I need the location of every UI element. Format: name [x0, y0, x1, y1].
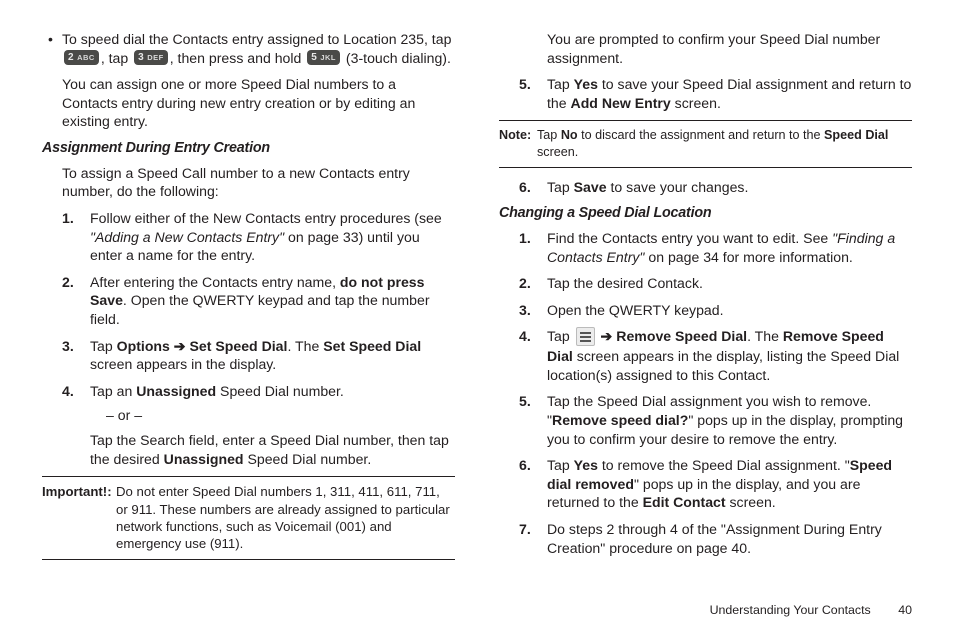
emph: Speed Dial [824, 128, 888, 142]
steps-assignment-cont2: Tap Save to save your changes. [519, 178, 912, 197]
text: to save your changes. [607, 179, 749, 195]
note-body: Do not enter Speed Dial numbers 1, 311, … [116, 483, 455, 553]
text: Tap [547, 457, 574, 473]
emph: Add New Entry [571, 95, 671, 111]
bullet-speed-dial-235: • To speed dial the Contacts entry assig… [48, 30, 455, 67]
text: screen appears in the display, listing t… [547, 348, 899, 383]
text: screen appears in the display. [90, 356, 276, 372]
important-note: Important!: Do not enter Speed Dial numb… [42, 476, 455, 560]
emph: Remove Speed Dial [616, 328, 747, 344]
heading-assignment-during-creation: Assignment During Entry Creation [42, 139, 455, 158]
menu-icon [576, 327, 595, 346]
text: Find the Contacts entry you want to edit… [547, 230, 832, 246]
step-1: Follow either of the New Contacts entry … [62, 209, 455, 265]
emph: Yes [574, 76, 598, 92]
text: Tap [547, 179, 574, 195]
change-step-3: Open the QWERTY keypad. [519, 301, 912, 320]
bullet-mark: • [48, 30, 62, 67]
step-3: Tap Options ➔ Set Speed Dial. The Set Sp… [62, 337, 455, 374]
text: screen. [726, 494, 776, 510]
text: , then press and hold [170, 50, 306, 66]
right-column: You are prompted to confirm your Speed D… [477, 30, 912, 626]
bullet-text: To speed dial the Contacts entry assigne… [62, 30, 455, 67]
emph: Options [117, 338, 174, 354]
note-tag: Note: [499, 127, 533, 160]
text: Tap [90, 338, 117, 354]
step-4: Tap an Unassigned Speed Dial number. – o… [62, 382, 455, 468]
emph: No [561, 128, 578, 142]
note: Note: Tap No to discard the assignment a… [499, 120, 912, 167]
step-4-alt: Tap the Search field, enter a Speed Dial… [90, 431, 455, 468]
steps-assignment-cont: Tap Yes to save your Speed Dial assignme… [519, 75, 912, 112]
intro-assign-steps: To assign a Speed Call number to a new C… [62, 164, 455, 201]
note-tag: Important!: [42, 483, 112, 553]
text: to discard the assignment and return to … [578, 128, 824, 142]
emph: Yes [574, 457, 598, 473]
emph: Unassigned [136, 383, 216, 399]
steps-change: Find the Contacts entry you want to edit… [519, 229, 912, 557]
keypad-3-icon: 3DEF [134, 50, 168, 65]
page: • To speed dial the Contacts entry assig… [0, 0, 954, 636]
text: Speed Dial number. [216, 383, 344, 399]
text: . The [287, 338, 323, 354]
emph: Unassigned [164, 451, 244, 467]
arrow-icon: ➔ [174, 338, 186, 354]
footer-section: Understanding Your Contacts [710, 603, 871, 617]
page-number: 40 [898, 603, 912, 617]
emph: Edit Contact [643, 494, 726, 510]
text: on page 34 for more information. [644, 249, 852, 265]
change-step-1: Find the Contacts entry you want to edit… [519, 229, 912, 266]
text: Tap an [90, 383, 136, 399]
step-5: Tap Yes to save your Speed Dial assignme… [519, 75, 912, 112]
text: Tap [547, 76, 574, 92]
steps-assignment: Follow either of the New Contacts entry … [62, 209, 455, 468]
or-divider: – or – [106, 406, 455, 425]
text: Speed Dial number. [244, 451, 372, 467]
text: Follow either of the New Contacts entry … [90, 210, 442, 226]
keypad-2-icon: 2ABC [64, 50, 99, 65]
text: , tap [101, 50, 132, 66]
emph: Remove speed dial? [552, 412, 688, 428]
arrow-icon: ➔ [597, 328, 617, 344]
text: to remove the Speed Dial assignment. " [598, 457, 850, 473]
step-6: Tap Save to save your changes. [519, 178, 912, 197]
change-step-4: Tap ➔ Remove Speed Dial. The Remove Spee… [519, 327, 912, 384]
note-body: Tap No to discard the assignment and ret… [537, 127, 912, 160]
heading-changing-location: Changing a Speed Dial Location [499, 204, 912, 223]
text: . Open the QWERTY keypad and tap the num… [90, 292, 430, 327]
text: screen. [671, 95, 721, 111]
text: Tap [537, 128, 561, 142]
reference-link: "Adding a New Contacts Entry" [90, 229, 284, 245]
change-step-5: Tap the Speed Dial assignment you wish t… [519, 392, 912, 448]
page-footer: Understanding Your Contacts 40 [710, 602, 912, 618]
emph: Save [574, 179, 607, 195]
step-4-cont: You are prompted to confirm your Speed D… [547, 30, 912, 67]
step-2: After entering the Contacts entry name, … [62, 273, 455, 329]
text: To speed dial the Contacts entry assigne… [62, 31, 451, 47]
text: (3-touch dialing). [342, 50, 451, 66]
text: Tap [547, 328, 574, 344]
text: . The [747, 328, 783, 344]
intro-assign: You can assign one or more Speed Dial nu… [62, 75, 455, 131]
keypad-5-icon: 5JKL [307, 50, 340, 65]
change-step-7: Do steps 2 through 4 of the "Assignment … [519, 520, 912, 557]
emph: Set Speed Dial [186, 338, 288, 354]
text: screen. [537, 145, 578, 159]
emph: Set Speed Dial [323, 338, 421, 354]
change-step-2: Tap the desired Contack. [519, 274, 912, 293]
left-column: • To speed dial the Contacts entry assig… [42, 30, 477, 626]
change-step-6: Tap Yes to remove the Speed Dial assignm… [519, 456, 912, 512]
text: After entering the Contacts entry name, [90, 274, 340, 290]
